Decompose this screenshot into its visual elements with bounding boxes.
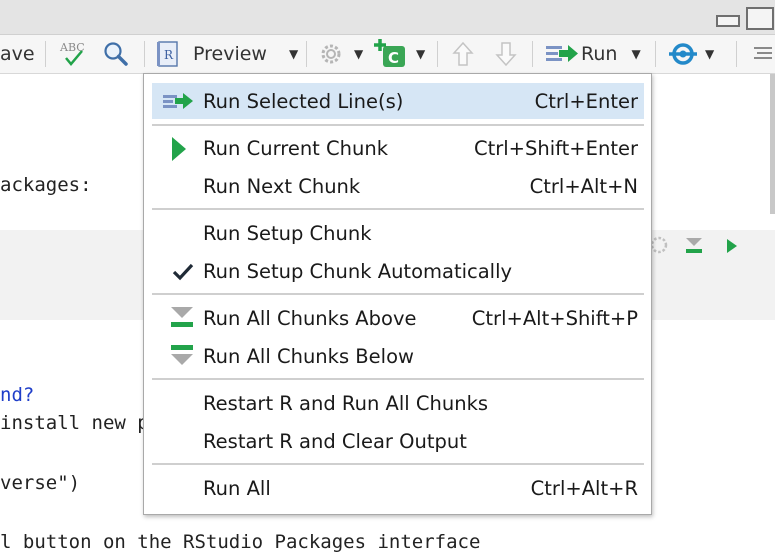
toolbar-separator [736, 41, 737, 67]
previous-chunk-button[interactable] [452, 35, 474, 73]
menu-item-label: Run Setup Chunk Automatically [203, 259, 513, 283]
menu-item-label: Run All [203, 476, 271, 500]
menu-item-run-setup-chunk[interactable]: Run Setup Chunk [152, 215, 644, 251]
menu-item-run-setup-chunk-automatically[interactable]: Run Setup Chunk Automatically [152, 253, 644, 289]
menu-separator [152, 293, 644, 295]
menu-separator [152, 124, 644, 126]
save-label: ave [0, 43, 35, 65]
code-line: install new p [0, 412, 149, 434]
run-label: Run [581, 43, 618, 65]
checkmark-icon [152, 253, 203, 289]
code-line: nd? [0, 384, 35, 406]
save-button[interactable]: ave [0, 35, 35, 73]
toolbar-separator [655, 41, 656, 67]
editor-toolbar: ave ABC R Preview ▼ ▼ C ▼ Run ▼ ▼ [0, 35, 775, 74]
menu-item-label: Run Setup Chunk [203, 221, 372, 245]
menu-item-label: Run Selected Line(s) [203, 89, 404, 113]
menu-item-label: Restart R and Run All Chunks [203, 391, 489, 415]
menu-item-restart-r-clear-output[interactable]: Restart R and Clear Output [152, 423, 644, 459]
menu-item-run-all-chunks-below[interactable]: Run All Chunks Below [152, 338, 644, 374]
menu-item-run-all[interactable]: Run All Ctrl+Alt+R [152, 470, 644, 506]
play-triangle-icon [152, 130, 203, 166]
menu-item-run-current-chunk[interactable]: Run Current Chunk Ctrl+Shift+Enter [152, 130, 644, 166]
menu-item-shortcut: Ctrl+Shift+Enter [473, 136, 638, 160]
publish-button[interactable]: ▼ [667, 35, 714, 73]
menu-item-label: Run All Chunks Above [203, 306, 417, 330]
spellcheck-icon: ABC [59, 41, 85, 66]
code-line: ackages: [0, 174, 92, 196]
menu-item-shortcut: Ctrl+Alt+R [530, 476, 638, 500]
menu-item-restart-r-run-all-chunks[interactable]: Restart R and Run All Chunks [152, 385, 644, 421]
outline-list-icon [754, 47, 772, 59]
code-line: l button on the RStudio Packages interfa… [0, 531, 481, 553]
insert-chunk-button[interactable]: C ▼ [374, 35, 425, 73]
publish-dropdown-caret-icon[interactable]: ▼ [705, 47, 714, 61]
menu-item-run-selected-lines[interactable]: Run Selected Line(s) Ctrl+Enter [152, 83, 644, 119]
run-button[interactable]: Run ▼ [545, 35, 641, 73]
menu-separator [152, 208, 644, 210]
menu-item-run-all-chunks-above[interactable]: Run All Chunks Above Ctrl+Alt+Shift+P [152, 300, 644, 336]
menu-item-label: Run Next Chunk [203, 174, 361, 198]
next-chunk-button[interactable] [495, 35, 517, 73]
settings-dropdown-caret-icon[interactable]: ▼ [354, 47, 363, 61]
svg-text:C: C [388, 49, 399, 67]
preview-label: Preview [193, 43, 267, 65]
publish-icon [669, 43, 697, 65]
magnifier-icon [104, 42, 128, 66]
menu-item-shortcut: Ctrl+Alt+Shift+P [471, 306, 638, 330]
editor-scrollbar[interactable] [770, 74, 775, 214]
insert-chunk-caret-icon[interactable]: ▼ [416, 47, 425, 61]
toolbar-separator [532, 41, 533, 67]
settings-button[interactable]: ▼ [318, 35, 363, 73]
run-below-icon [152, 338, 203, 374]
run-above-icon [152, 300, 203, 336]
menu-item-run-next-chunk[interactable]: Run Next Chunk Ctrl+Alt+N [152, 168, 644, 204]
arrow-down-icon [495, 42, 517, 67]
svg-text:R: R [164, 48, 174, 62]
toolbar-separator [306, 41, 307, 67]
menu-separator [152, 378, 644, 380]
menu-item-shortcut: Ctrl+Alt+N [529, 174, 638, 198]
toolbar-separator [45, 41, 46, 67]
toolbar-separator [144, 41, 145, 67]
maximize-pane-icon[interactable] [746, 7, 774, 30]
rmarkdown-doc-icon: R [157, 41, 178, 67]
gear-icon [321, 44, 341, 64]
window-title-strip [0, 0, 775, 35]
arrow-up-icon [452, 41, 474, 66]
run-dropdown-caret-icon[interactable]: ▼ [631, 47, 640, 61]
menu-separator [152, 463, 644, 465]
toolbar-separator [437, 41, 438, 67]
menu-item-label: Run Current Chunk [203, 136, 389, 160]
menu-item-shortcut: Ctrl+Enter [534, 89, 638, 113]
run-lines-icon [152, 83, 203, 119]
insert-chunk-icon: C [374, 39, 405, 67]
run-dropdown-menu: Run Selected Line(s) Ctrl+Enter Run Curr… [143, 73, 652, 515]
run-above-chunk-icon[interactable] [684, 236, 704, 256]
run-lines-icon [546, 45, 578, 62]
menu-item-label: Restart R and Clear Output [203, 429, 467, 453]
run-chunk-play-icon[interactable] [724, 236, 740, 256]
minimize-pane-icon[interactable] [716, 15, 740, 27]
menu-item-label: Run All Chunks Below [203, 344, 414, 368]
outline-button[interactable] [750, 35, 772, 73]
find-button[interactable] [102, 35, 130, 73]
preview-dropdown-caret-icon[interactable]: ▼ [289, 47, 298, 61]
preview-button[interactable]: R Preview ▼ [155, 35, 298, 73]
spellcheck-button[interactable]: ABC [58, 35, 92, 73]
code-line: verse") [0, 472, 81, 494]
